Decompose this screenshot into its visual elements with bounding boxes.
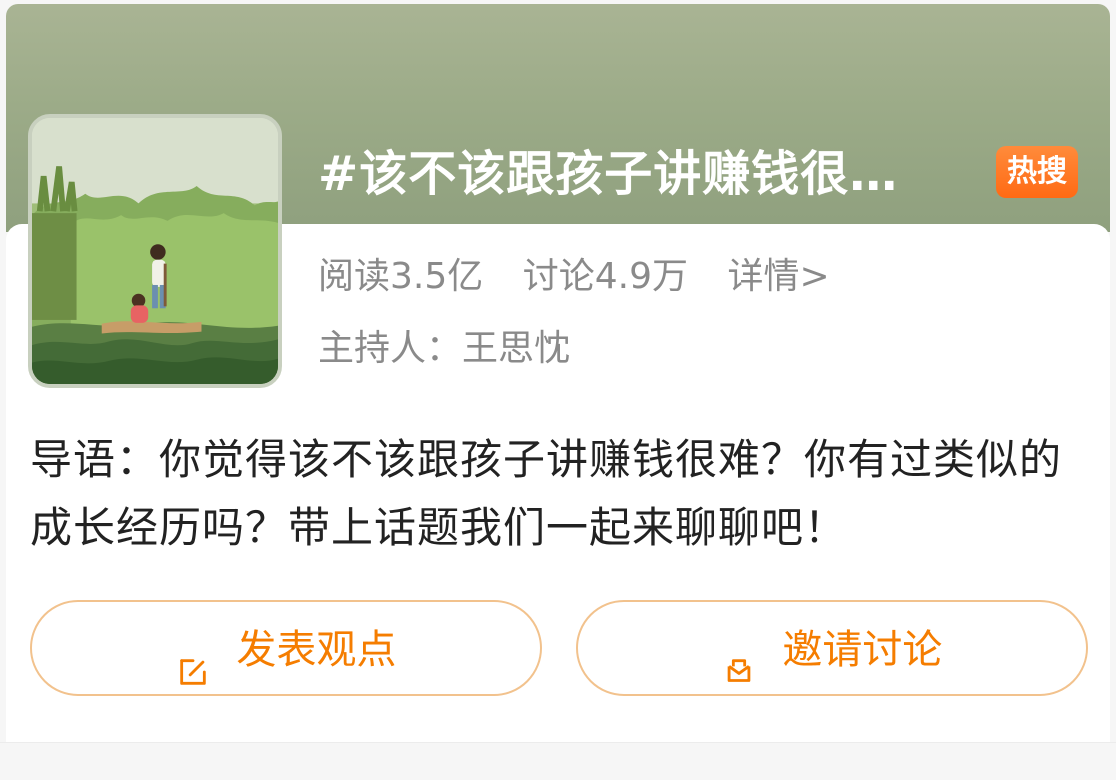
post-opinion-button[interactable]: 发表观点 [30,600,542,696]
discussion-count: 讨论4.9万 [522,256,688,297]
topic-thumbnail[interactable] [28,114,282,388]
bottom-divider [0,742,1116,743]
details-link[interactable]: 详情> [727,252,829,302]
post-opinion-label: 发表观点 [236,627,397,673]
invite-discussion-button[interactable]: 邀请讨论 [576,600,1088,696]
read-count: 阅读3.5亿 [318,256,484,297]
hot-search-badge: 热搜 [996,146,1078,198]
topic-title[interactable]: #该不该跟孩子讲赚钱很… [318,142,898,206]
landscape-image-icon [32,118,278,384]
invite-discussion-label: 邀请讨论 [782,627,943,673]
mail-icon [722,630,756,682]
topic-host: 主持人：王思忱 [318,328,571,369]
topic-intro: 导语：你觉得该不该跟孩子讲赚钱很难？你有过类似的成长经历吗？带上话题我们一起来聊… [30,435,1063,552]
topic-stats: 阅读3.5亿 讨论4.9万 详情> [318,252,858,302]
topic-page: #该不该跟孩子讲赚钱很… 热搜 阅读3.5亿 讨论4.9万 详情> 主持人：王思… [0,0,1116,780]
edit-icon [176,630,210,685]
